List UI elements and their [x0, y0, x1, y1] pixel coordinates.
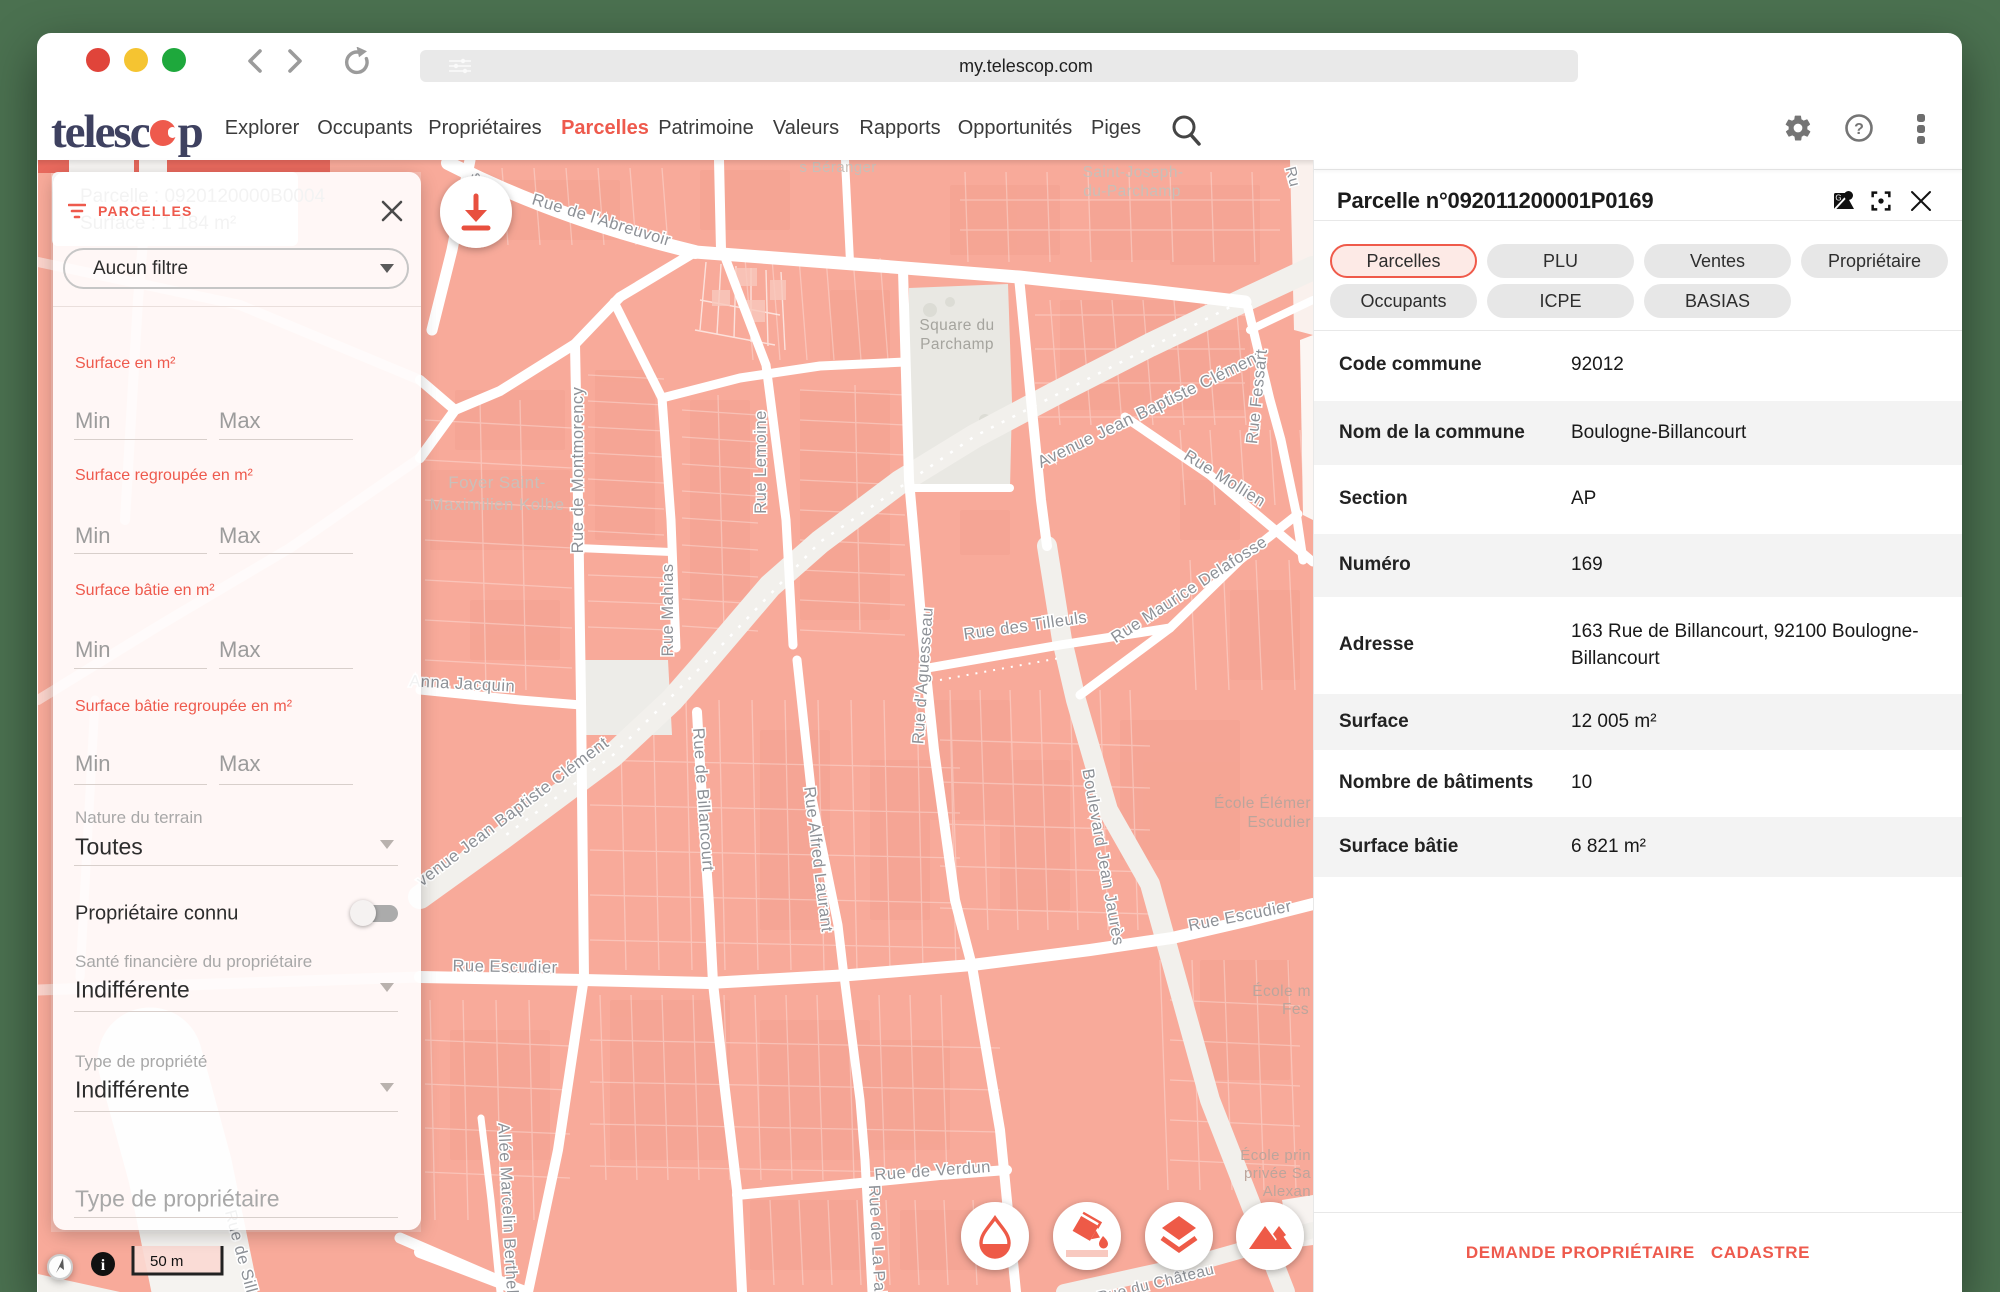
svg-text:Square du: Square du: [919, 317, 994, 334]
svg-text:du-Parchamp: du-Parchamp: [1083, 183, 1180, 200]
svg-text:Saint-Joseph-: Saint-Joseph-: [1083, 164, 1184, 181]
svg-text:Maximilien Kolbe: Maximilien Kolbe: [430, 495, 565, 514]
svg-text:Rue Lemoine: Rue Lemoine: [752, 410, 770, 514]
svg-text:Parchamp: Parchamp: [920, 336, 994, 353]
svg-text:Rue Mahias: Rue Mahias: [659, 563, 677, 656]
svg-text:Rue de Montmorency: Rue de Montmorency: [569, 386, 587, 553]
svg-text:École Élémer: École Élémer: [1214, 795, 1311, 812]
svg-text:i: i: [101, 1257, 106, 1274]
svg-text:privée Sa: privée Sa: [1244, 1165, 1311, 1182]
svg-text:Escudier: Escudier: [1247, 814, 1311, 831]
svg-text:G: G: [1835, 194, 1841, 203]
svg-text:École prin: École prin: [1240, 1147, 1311, 1164]
svg-text:50 m: 50 m: [150, 1253, 183, 1270]
svg-text:Foyer Saint-: Foyer Saint-: [448, 473, 545, 492]
svg-text:Fes: Fes: [1282, 1001, 1309, 1018]
svg-text:?: ?: [1854, 121, 1864, 138]
svg-text:Rue Escudier: Rue Escudier: [452, 957, 557, 977]
svg-text:École m: École m: [1252, 983, 1311, 1000]
svg-text:Alexan: Alexan: [1263, 1183, 1311, 1200]
